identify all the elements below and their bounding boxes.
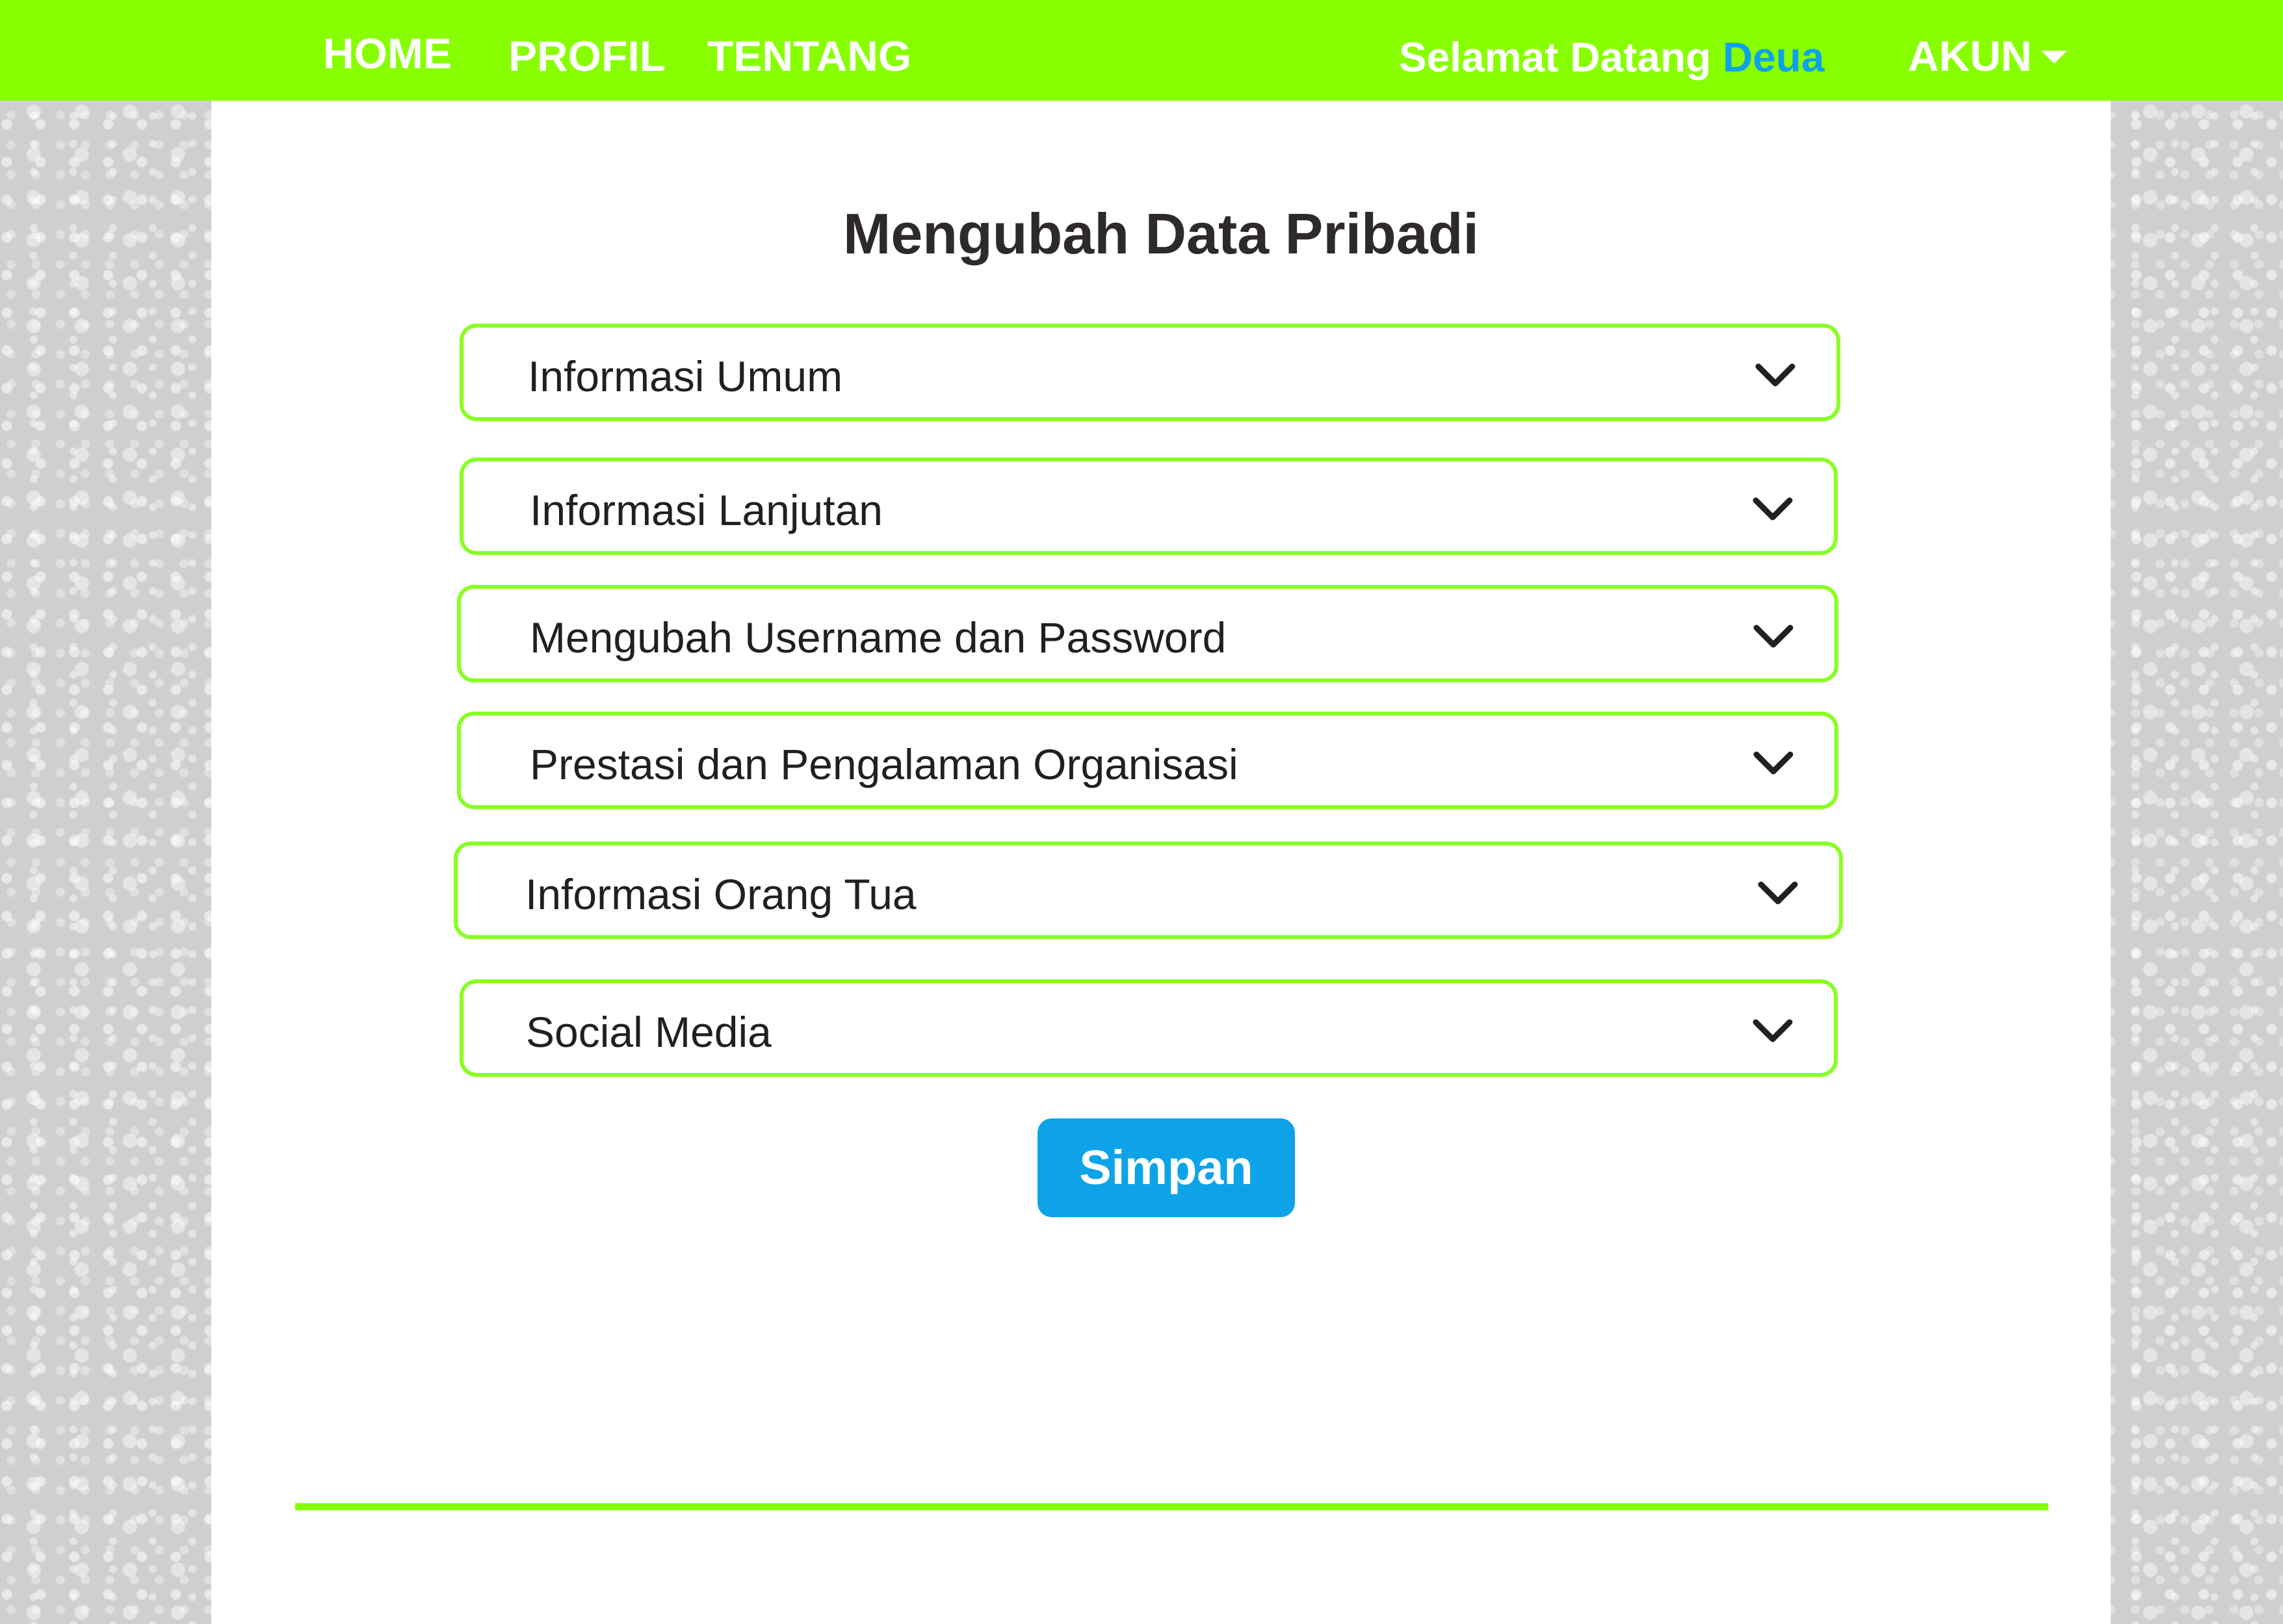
section-informasi-umum[interactable]: Informasi Umum	[460, 324, 1840, 421]
section-label: Informasi Umum	[528, 352, 843, 400]
section-label: Prestasi dan Pengalaman Organisasi	[530, 740, 1238, 788]
section-prestasi-organisasi[interactable]: Prestasi dan Pengalaman Organisasi	[457, 712, 1838, 809]
section-label: Mengubah Username dan Password	[530, 613, 1227, 662]
chevron-down-icon	[1753, 751, 1794, 775]
page-title: Mengubah Data Pribadi	[843, 201, 1479, 266]
chevron-down-icon	[1758, 881, 1798, 905]
section-label: Social Media	[526, 1008, 772, 1056]
chevron-down-icon	[1753, 497, 1793, 521]
welcome-message: Selamat Datang Deua	[1399, 31, 1824, 83]
account-label: AKUN	[1908, 32, 2032, 80]
username: Deua	[1722, 34, 1825, 81]
main-content-panel: Mengubah Data Pribadi Informasi Umum Inf…	[211, 101, 2111, 1624]
account-menu-button[interactable]: AKUN	[1908, 30, 2067, 82]
section-social-media[interactable]: Social Media	[460, 979, 1838, 1077]
chevron-down-icon	[1753, 625, 1794, 648]
chevron-down-icon	[1753, 1019, 1793, 1042]
section-label: Informasi Lanjutan	[530, 486, 883, 534]
section-informasi-orang-tua[interactable]: Informasi Orang Tua	[454, 842, 1843, 939]
nav-home-link[interactable]: HOME	[323, 27, 452, 79]
caret-down-icon	[2041, 50, 2067, 64]
nav-tentang-link[interactable]: TENTANG	[707, 30, 911, 82]
chevron-down-icon	[1755, 363, 1795, 387]
footer-divider	[295, 1503, 2048, 1510]
save-button[interactable]: Simpan	[1037, 1118, 1295, 1217]
section-label: Informasi Orang Tua	[525, 870, 917, 918]
nav-profil-link[interactable]: PROFIL	[508, 30, 666, 82]
section-username-password[interactable]: Mengubah Username dan Password	[457, 585, 1838, 682]
welcome-text: Selamat Datang	[1399, 34, 1712, 81]
section-informasi-lanjutan[interactable]: Informasi Lanjutan	[460, 458, 1838, 555]
top-navbar: HOME PROFIL TENTANG Selamat Datang Deua …	[0, 0, 2283, 101]
